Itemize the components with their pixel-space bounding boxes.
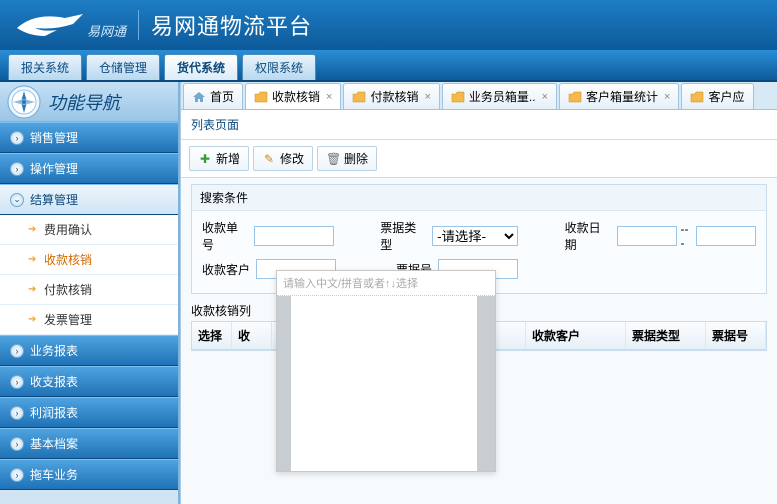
tab-salesman-teu[interactable]: 业务员箱量.. × (442, 83, 557, 109)
sidebar-header: 功能导航 (0, 82, 178, 122)
main-tab-strip: 首页 收款核销 × 付款核销 × 业务员箱量.. × 客户箱量统计 × (181, 82, 777, 110)
chevron-right-icon: › (10, 468, 24, 482)
receipt-no-input[interactable] (254, 226, 334, 246)
sidebar-group-profit-report[interactable]: ›利润报表 (0, 397, 178, 428)
sidebar-title: 功能导航 (48, 89, 120, 115)
autocomplete-popup[interactable]: 请输入中文/拼音或者↑↓选择 (276, 270, 496, 472)
chevron-right-icon: › (10, 375, 24, 389)
sidebar-group-basic-archive[interactable]: ›基本档案 (0, 428, 178, 459)
nav-tab-freight[interactable]: 货代系统 (164, 54, 238, 80)
sidebar: 功能导航 ›销售管理 ›操作管理 ⌄结算管理 ➔费用确认 ➔收款核销 ➔付款核销… (0, 82, 180, 504)
col-bill-no[interactable]: 票据号 (706, 322, 766, 349)
popup-scrollbar-left[interactable] (277, 296, 291, 471)
header-divider (138, 10, 139, 40)
bill-type-select[interactable]: -请选择- (432, 226, 518, 246)
sidebar-item-fee-confirm[interactable]: ➔费用确认 (0, 215, 178, 245)
sidebar-group-settlement[interactable]: ⌄结算管理 (0, 184, 178, 215)
toolbar: ✚新增 ✎修改 🗑删除 (181, 140, 777, 178)
customer-label: 收款客户 (202, 261, 250, 278)
bird-logo-icon (15, 10, 85, 40)
tab-customer-receivable[interactable]: 客户应 (681, 83, 753, 109)
popup-hint: 请输入中文/拼音或者↑↓选择 (277, 271, 495, 296)
arrow-right-icon: ➔ (28, 254, 38, 265)
compass-icon (6, 84, 42, 120)
chevron-right-icon: › (10, 344, 24, 358)
arrow-right-icon: ➔ (28, 314, 38, 325)
col-select[interactable]: 选择 (192, 322, 232, 349)
col-bill-type[interactable]: 票据类型 (626, 322, 706, 349)
site-title: 易网通物流平台 (151, 9, 312, 41)
folder-icon (690, 91, 704, 103)
popup-body (277, 296, 495, 471)
arrow-right-icon: ➔ (28, 284, 38, 295)
bill-type-label: 票据类型 (380, 219, 426, 253)
sidebar-group-operation[interactable]: ›操作管理 (0, 153, 178, 184)
tab-customer-teu[interactable]: 客户箱量统计 × (559, 83, 679, 109)
sidebar-group-biz-report[interactable]: ›业务报表 (0, 335, 178, 366)
nav-tab-permission[interactable]: 权限系统 (242, 54, 316, 80)
col-customer[interactable]: 收款客户 (526, 322, 626, 349)
tab-home[interactable]: 首页 (183, 83, 243, 109)
tab-receipt-writeoff[interactable]: 收款核销 × (245, 83, 341, 110)
receipt-no-label: 收款单号 (202, 219, 248, 253)
brand-text: 易网通 (87, 21, 126, 40)
folder-icon (451, 91, 465, 103)
pencil-icon: ✎ (262, 152, 276, 166)
search-legend: 搜索条件 (192, 185, 766, 211)
chevron-right-icon: › (10, 162, 24, 176)
sidebar-item-payment-writeoff[interactable]: ➔付款核销 (0, 275, 178, 305)
trash-icon: 🗑 (326, 152, 340, 166)
close-icon[interactable]: × (424, 91, 430, 103)
sidebar-group-income-report[interactable]: ›收支报表 (0, 366, 178, 397)
nav-tab-warehouse[interactable]: 仓储管理 (86, 54, 160, 80)
edit-button[interactable]: ✎修改 (253, 146, 313, 171)
top-nav: 报关系统 仓储管理 货代系统 权限系统 (0, 50, 777, 82)
sidebar-item-receipt-writeoff[interactable]: ➔收款核销 (0, 245, 178, 275)
popup-scrollbar-right[interactable] (477, 296, 495, 471)
folder-icon (352, 91, 366, 103)
delete-button[interactable]: 🗑删除 (317, 146, 377, 171)
close-icon[interactable]: × (664, 91, 670, 103)
receipt-date-label: 收款日期 (565, 219, 611, 253)
chevron-right-icon: › (10, 131, 24, 145)
arrow-right-icon: ➔ (28, 224, 38, 235)
add-button[interactable]: ✚新增 (189, 146, 249, 171)
home-icon (192, 91, 206, 103)
col-receipt[interactable]: 收 (232, 322, 272, 349)
plus-icon: ✚ (198, 152, 212, 166)
receipt-date-from-input[interactable] (617, 226, 677, 246)
sidebar-group-trailer[interactable]: ›拖车业务 (0, 459, 178, 490)
chevron-down-icon: ⌄ (10, 193, 24, 207)
folder-icon (254, 91, 268, 103)
nav-tab-customs[interactable]: 报关系统 (8, 54, 82, 80)
sidebar-group-sales[interactable]: ›销售管理 (0, 122, 178, 153)
date-separator: --- (681, 222, 692, 250)
close-icon[interactable]: × (326, 91, 332, 103)
chevron-right-icon: › (10, 406, 24, 420)
tab-payment-writeoff[interactable]: 付款核销 × (343, 83, 439, 109)
folder-icon (568, 91, 582, 103)
sidebar-item-invoice-mgmt[interactable]: ➔发票管理 (0, 305, 178, 335)
close-icon[interactable]: × (542, 91, 548, 103)
logo: 易网通 (15, 10, 126, 40)
receipt-date-to-input[interactable] (696, 226, 756, 246)
sub-tab-list[interactable]: 列表页面 (181, 110, 777, 140)
chevron-right-icon: › (10, 437, 24, 451)
